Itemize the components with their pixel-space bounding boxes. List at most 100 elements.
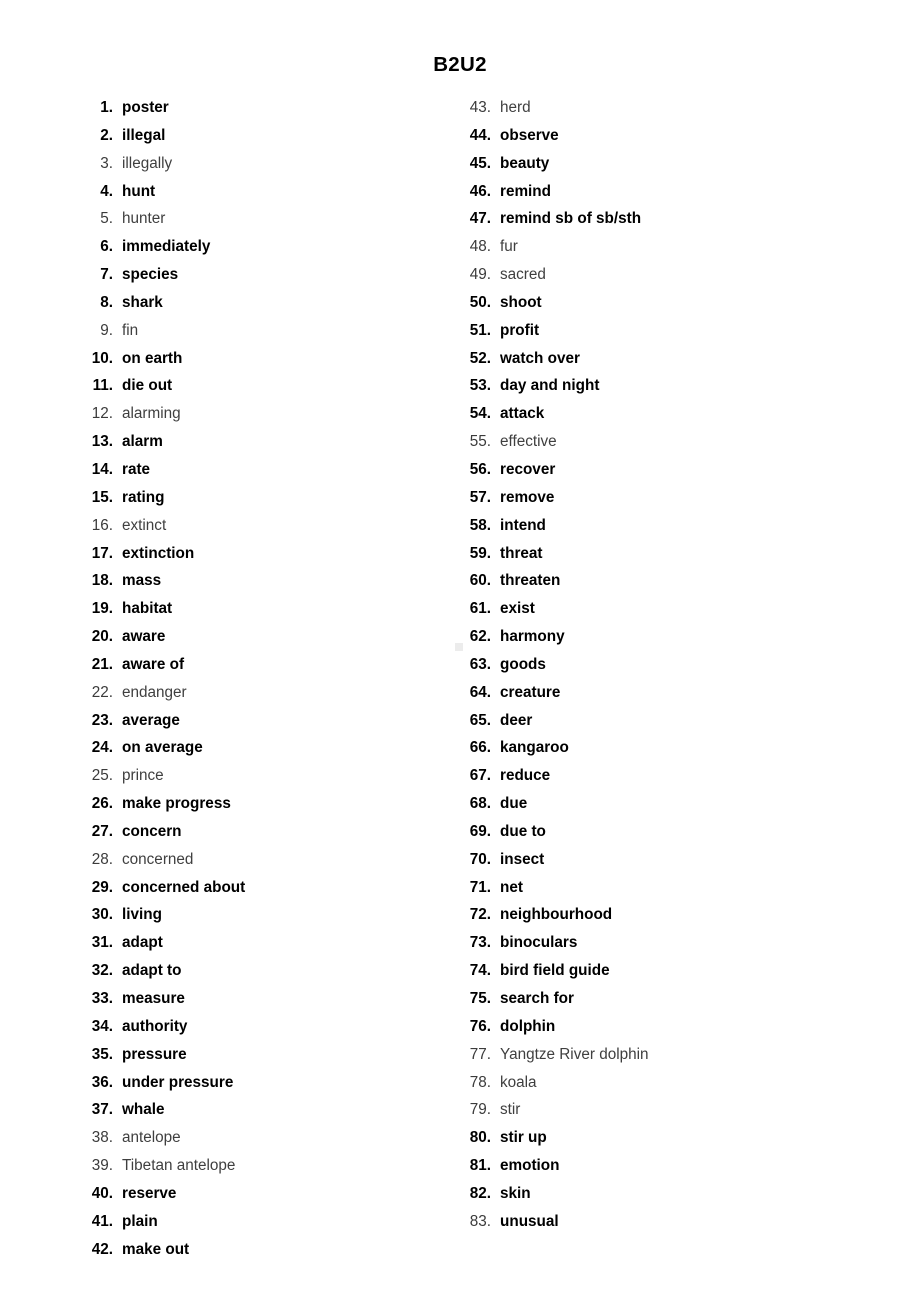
- list-item: 19. habitat: [62, 595, 442, 623]
- list-item-text: herd: [500, 99, 531, 116]
- list-item-number: 15.: [91, 488, 113, 506]
- page-artifact-mark: [455, 643, 463, 651]
- list-item-number: 74.: [469, 962, 491, 980]
- list-item: 72. neighbourhood: [440, 901, 840, 929]
- list-item-text: day and night: [500, 377, 600, 395]
- list-item: 31. adapt: [62, 929, 442, 957]
- list-item-number: 34.: [91, 1017, 113, 1035]
- list-item-number: 6.: [100, 238, 113, 256]
- list-item: 51. profit: [440, 317, 840, 345]
- list-item: 59. threat: [440, 540, 840, 568]
- list-item: 63. goods: [440, 651, 840, 679]
- vocabulary-list-right: 43. herd 44. observe 45. beauty 46. remind 47. re…: [440, 94, 840, 1236]
- list-item-number: 50.: [469, 293, 491, 311]
- list-item: 9. fin: [62, 317, 442, 345]
- list-item-number: 73.: [469, 934, 491, 952]
- list-item-text: make out: [122, 1240, 190, 1258]
- list-item-number: 47.: [469, 210, 491, 228]
- list-item-text: antelope: [122, 1129, 181, 1147]
- list-item-text: remind sb of sb/sth: [500, 210, 642, 228]
- list-item-number: 62.: [469, 628, 491, 646]
- list-item-text: net: [500, 878, 523, 896]
- list-item-number: 72.: [469, 906, 491, 924]
- list-item-number: 83.: [469, 1212, 491, 1230]
- list-item-text: koala: [500, 1073, 537, 1091]
- list-item-text: search for: [500, 990, 574, 1007]
- list-item-number: 51.: [469, 321, 491, 339]
- list-item-text: poster: [122, 99, 169, 116]
- list-item: 37. whale: [62, 1096, 442, 1124]
- list-item: 61. exist: [440, 595, 840, 623]
- list-item-number: 40.: [91, 1184, 113, 1202]
- list-item-text: reduce: [500, 767, 551, 785]
- list-item: 30. living: [62, 901, 442, 929]
- list-item-text: whale: [122, 1101, 165, 1119]
- document-page: B2U2 1. poster 2. illegal 3. illegally 4. hunt 5…: [0, 0, 920, 1302]
- list-item-text: endanger: [122, 683, 187, 701]
- list-item: 82. skin: [440, 1180, 840, 1208]
- list-item-number: 52.: [469, 349, 491, 367]
- list-item: 65. deer: [440, 707, 840, 735]
- list-item: 34. authority: [62, 1013, 442, 1041]
- list-item-text: living: [122, 906, 162, 924]
- list-item: 32. adapt to: [62, 957, 442, 985]
- list-item: 50. shoot: [440, 289, 840, 317]
- list-item: 64. creature: [440, 679, 840, 707]
- list-item-number: 1.: [100, 99, 113, 116]
- list-item-text: due to: [500, 822, 546, 840]
- list-item-text: due: [500, 795, 528, 813]
- list-item-text: aware: [122, 628, 166, 646]
- list-item-text: illegally: [122, 154, 173, 172]
- list-item-number: 13.: [91, 433, 113, 451]
- list-item: 54. attack: [440, 400, 840, 428]
- list-item-text: on average: [122, 739, 203, 757]
- list-item-number: 16.: [91, 516, 113, 534]
- list-item-text: Yangtze River dolphin: [500, 1045, 649, 1063]
- list-item: 76. dolphin: [440, 1013, 840, 1041]
- list-item: 77. Yangtze River dolphin: [440, 1041, 840, 1069]
- list-item: 44. observe: [440, 122, 840, 150]
- list-item-number: 49.: [469, 266, 491, 284]
- list-item-text: authority: [122, 1017, 188, 1035]
- list-item-number: 19.: [91, 600, 113, 618]
- list-item-text: insect: [500, 850, 545, 868]
- list-item-number: 38.: [91, 1129, 113, 1147]
- list-item: 60. threaten: [440, 567, 840, 595]
- list-item-number: 32.: [91, 962, 113, 980]
- list-item-text: mass: [122, 572, 162, 590]
- right-column: 43. herd 44. observe 45. beauty 46. remind 47. re…: [440, 94, 840, 1236]
- list-item: 66. kangaroo: [440, 734, 840, 762]
- list-item-text: skin: [500, 1184, 531, 1202]
- list-item-number: 67.: [469, 767, 491, 785]
- list-item-number: 30.: [91, 906, 113, 924]
- list-item-number: 10.: [91, 349, 113, 367]
- list-item-text: illegal: [122, 126, 166, 144]
- list-item-number: 77.: [469, 1045, 491, 1063]
- list-item-number: 12.: [91, 405, 113, 423]
- list-item: 20. aware: [62, 623, 442, 651]
- list-item-number: 56.: [469, 460, 491, 478]
- list-item-number: 46.: [469, 182, 491, 200]
- list-item-text: extinct: [122, 516, 167, 534]
- list-item-text: hunt: [122, 182, 156, 200]
- list-item-text: die out: [122, 377, 173, 395]
- list-item: 39. Tibetan antelope: [62, 1152, 442, 1180]
- list-item-number: 44.: [469, 126, 491, 144]
- list-item-text: rate: [122, 460, 151, 478]
- list-item: 40. reserve: [62, 1180, 442, 1208]
- list-item-text: deer: [500, 711, 533, 729]
- list-item-text: remind: [500, 182, 551, 200]
- list-item: 35. pressure: [62, 1041, 442, 1069]
- list-item: 6. immediately: [62, 233, 442, 261]
- list-item: 70. insect: [440, 846, 840, 874]
- list-item: 71. net: [440, 874, 840, 902]
- list-item-number: 35.: [91, 1045, 113, 1063]
- list-item: 7. species: [62, 261, 442, 289]
- list-item: 55. effective: [440, 428, 840, 456]
- list-item-number: 79.: [469, 1101, 491, 1119]
- list-item: 28. concerned: [62, 846, 442, 874]
- list-item-text: threaten: [500, 572, 561, 590]
- list-item-text: watch over: [500, 349, 580, 367]
- list-item-text: rating: [122, 488, 165, 506]
- list-item: 3. illegally: [62, 150, 442, 178]
